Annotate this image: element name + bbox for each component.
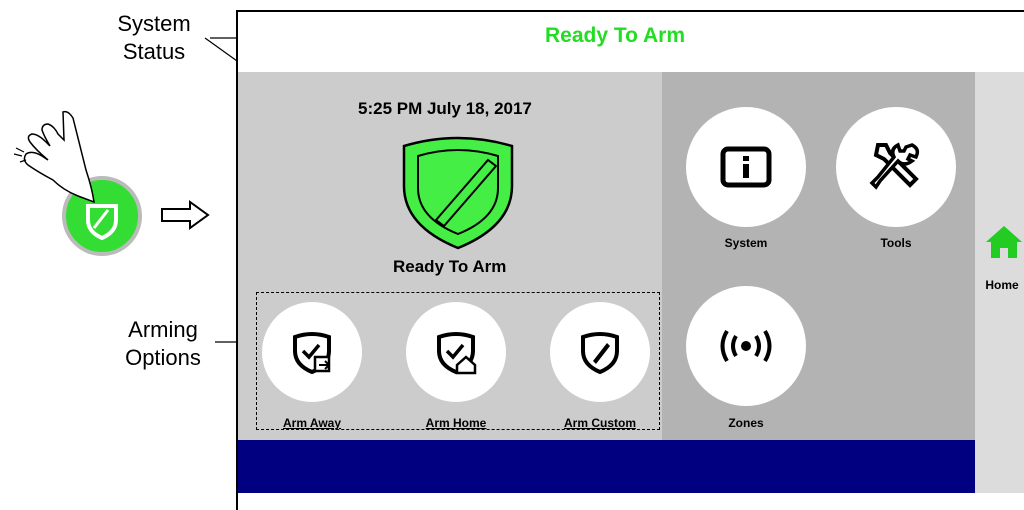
home-label: Home <box>985 278 1019 292</box>
info-icon <box>720 146 772 188</box>
system-label: System <box>724 236 768 250</box>
tools-icon <box>869 142 920 190</box>
shield-status-icon[interactable] <box>398 134 518 252</box>
tools-label: Tools <box>880 236 912 250</box>
date-time: 5:25 PM July 18, 2017 <box>358 99 532 118</box>
home-icon <box>986 226 1022 258</box>
arm-home-button[interactable] <box>406 302 506 402</box>
arm-home-label: Arm Home <box>425 416 487 430</box>
zones-button[interactable] <box>686 286 806 406</box>
arm-away-label: Arm Away <box>282 416 342 430</box>
tools-button[interactable] <box>836 107 956 227</box>
home-nav-item[interactable]: Home <box>980 222 1024 292</box>
footer-bar <box>238 440 975 493</box>
arm-away-button[interactable] <box>262 302 362 402</box>
system-button[interactable] <box>686 107 806 227</box>
arm-home-icon <box>437 332 477 375</box>
arm-custom-label: Arm Custom <box>563 416 636 430</box>
zones-icon <box>720 329 772 363</box>
status-label: Ready To Arm <box>393 257 507 276</box>
zones-label: Zones <box>728 416 764 430</box>
arm-custom-icon <box>581 332 619 375</box>
arm-custom-button[interactable] <box>550 302 650 402</box>
system-status-text: Ready To Arm <box>545 24 686 47</box>
arm-away-icon <box>293 332 331 375</box>
